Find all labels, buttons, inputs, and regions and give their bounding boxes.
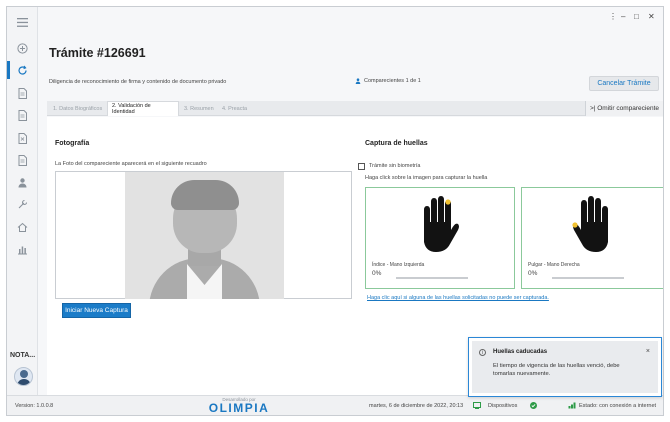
info-row: Diligencia de reconocimiento de firma y … (47, 74, 663, 96)
procedure-description: Diligencia de reconocimiento de firma y … (49, 79, 227, 85)
start-capture-button[interactable]: Iniciar Nueva Captura (62, 303, 131, 318)
no-biometrics-checkbox[interactable] (358, 163, 365, 170)
devices-label[interactable]: Dispositivos (488, 403, 517, 409)
comparecientes-indicator: Comparecientes 1 de 1 (355, 78, 421, 84)
tab-validacion-identidad[interactable]: 2. Validación de Identidad (107, 101, 179, 116)
nota-label: NOTA... (10, 352, 36, 359)
fingerprint-progress-left (396, 277, 468, 279)
fingerprint-label-left: Índice - Mano Izquierda (372, 262, 425, 268)
check-circle-icon (530, 402, 537, 409)
info-icon: i (479, 349, 486, 356)
home-icon[interactable] (14, 220, 31, 234)
tab-resumen[interactable]: 3. Resumen (180, 101, 218, 116)
network-icon (568, 402, 576, 409)
photo-placeholder-image (125, 172, 284, 299)
hamburger-icon[interactable] (14, 15, 31, 29)
status-bar: Version: 1.0.0.8 Desarrollado por OLIMPI… (7, 395, 663, 415)
expired-fingerprints-toast: i Huellas caducadas × El tiempo de vigen… (468, 337, 662, 397)
tools-icon[interactable] (14, 197, 31, 211)
version-label: Version: 1.0.0.8 (15, 403, 54, 409)
page-title: Trámite #126691 (49, 46, 146, 60)
chart-icon[interactable] (14, 242, 31, 256)
cancel-procedure-button[interactable]: Cancelar Trámite (589, 76, 659, 91)
photo-frame (55, 171, 352, 299)
tab-preacta[interactable]: 4. Preacta (218, 101, 254, 116)
omit-compareciente-button[interactable]: >| Omitir compareciente (584, 101, 663, 116)
tabs-bar: 1. Datos Biográficos 2. Validación de Id… (47, 101, 663, 116)
avatar[interactable] (14, 367, 33, 386)
comparecientes-label: Comparecientes 1 de 1 (364, 78, 421, 84)
connection-status: Estado: con conexión a internet (579, 403, 657, 409)
brand-name: OLIMPIA (208, 401, 270, 415)
fingerprint-progress-right (552, 277, 624, 279)
no-biometrics-label: Trámite sin biometría (369, 163, 421, 169)
fingerprint-card-left-index[interactable]: Índice - Mano Izquierda 0% (365, 187, 515, 289)
devices-icon (473, 402, 481, 409)
fingerprint-percent-left: 0% (372, 270, 382, 277)
fingerprint-label-right: Pulgar - Mano Derecha (528, 262, 580, 268)
toast-title: Huellas caducadas (493, 349, 548, 355)
toast-close-button[interactable]: × (646, 348, 650, 355)
sidebar: NOTA... (7, 7, 38, 395)
document-icon[interactable] (14, 153, 31, 167)
photo-hint: La Foto del compareciente aparecerá en e… (55, 161, 207, 167)
fingerprint-percent-right: 0% (528, 270, 538, 277)
left-hand-index-icon (424, 196, 459, 252)
tab-datos-biograficos[interactable]: 1. Datos Biográficos (49, 101, 107, 116)
fingerprints-section-title: Captura de huellas (365, 140, 428, 147)
brand-logo: Desarrollado por OLIMPIA (199, 397, 279, 414)
toast-message: El tiempo de vigencia de las huellas ven… (493, 363, 620, 377)
document-icon[interactable] (14, 86, 31, 100)
user-icon[interactable] (14, 175, 31, 189)
fingerprint-card-right-thumb[interactable]: Pulgar - Mano Derecha 0% (521, 187, 663, 289)
active-indicator (7, 61, 10, 79)
people-icon (355, 78, 361, 84)
document-icon[interactable] (14, 131, 31, 145)
photo-section-title: Fotografía (55, 140, 90, 147)
plus-circle-icon[interactable] (14, 41, 31, 55)
right-hand-thumb-icon (572, 196, 608, 252)
fingerprint-instruction: Haga click sobre la imagen para capturar… (365, 175, 488, 181)
fingerprint-help-link[interactable]: Haga clic aquí si alguna de las huellas … (367, 295, 549, 301)
refresh-icon[interactable] (14, 63, 31, 77)
document-icon[interactable] (14, 108, 31, 122)
datetime-label: martes, 6 de diciembre de 2022, 20:13 (369, 403, 464, 409)
